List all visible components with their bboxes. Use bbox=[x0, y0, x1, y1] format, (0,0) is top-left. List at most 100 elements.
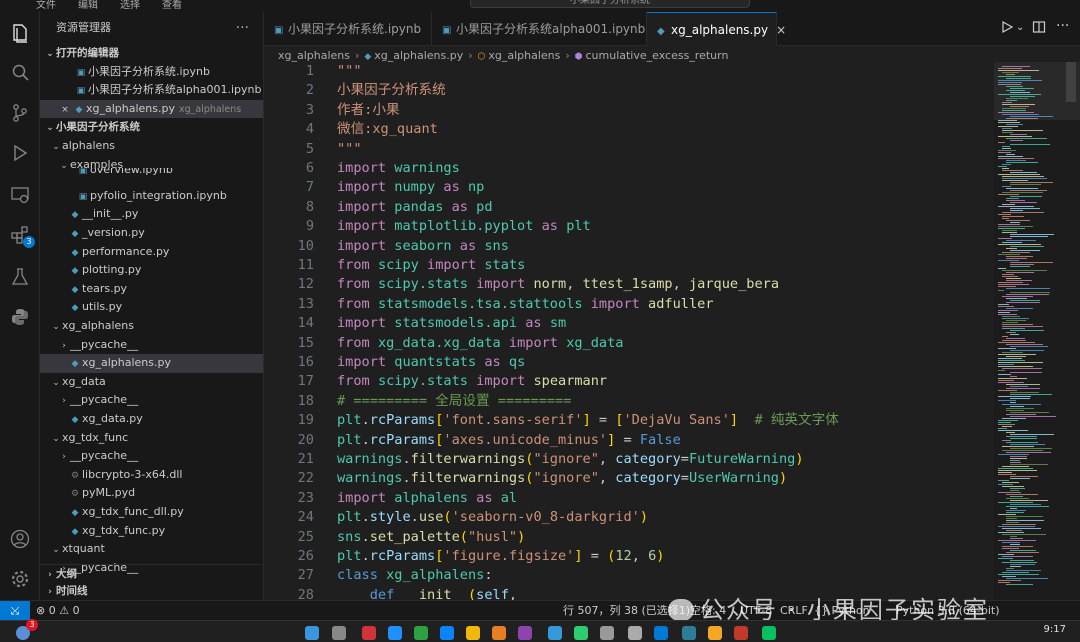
app-icon-12[interactable] bbox=[682, 626, 696, 640]
app-icon-5[interactable] bbox=[466, 626, 480, 640]
code-line[interactable]: 9 import matplotlib.pyplot as plt bbox=[264, 217, 994, 236]
testing-icon[interactable] bbox=[9, 266, 31, 288]
wechat-taskbar-icon[interactable] bbox=[762, 626, 776, 640]
tree-item[interactable]: ◆ utils.py bbox=[40, 298, 263, 317]
code-line[interactable]: 3 作者:小果 bbox=[264, 101, 994, 120]
source-control-icon[interactable] bbox=[9, 102, 31, 124]
run-file-icon[interactable] bbox=[1000, 20, 1014, 38]
project-folder-section[interactable]: ⌄ 小果因子分析系统 bbox=[40, 118, 263, 137]
app-icon-4[interactable] bbox=[440, 626, 454, 640]
tree-item[interactable]: ▣ pyfolio_integration.ipynb bbox=[40, 187, 263, 206]
menu-file[interactable]: 文件 bbox=[36, 0, 56, 11]
app-icon-10[interactable] bbox=[600, 626, 614, 640]
code-line[interactable]: 20 plt.rcParams['axes.unicode_minus'] = F… bbox=[264, 431, 994, 450]
open-editors-section[interactable]: ⌄ 打开的编辑器 bbox=[40, 44, 263, 63]
close-editor-icon[interactable]: × bbox=[58, 101, 72, 119]
close-tab-icon[interactable]: × bbox=[776, 23, 786, 37]
app-icon-1[interactable] bbox=[362, 626, 376, 640]
tree-item[interactable]: ⌄ xtquant bbox=[40, 540, 263, 559]
code-line[interactable]: 24 plt.style.use('seaborn-v0_8-darkgrid') bbox=[264, 508, 994, 527]
menu-edit[interactable]: 编辑 bbox=[78, 0, 98, 11]
tree-item[interactable]: ◆ plotting.py bbox=[40, 261, 263, 280]
start-menu-icon[interactable] bbox=[305, 626, 319, 640]
code-line[interactable]: 22 warnings.filterwarnings("ignore", cate… bbox=[264, 469, 994, 488]
code-line[interactable]: 13 from statsmodels.tsa.stattools import … bbox=[264, 295, 994, 314]
tree-item[interactable]: › __pycache__ bbox=[40, 391, 263, 410]
menu-selection[interactable]: 选择 bbox=[120, 0, 140, 11]
tab-notebook-alpha001[interactable]: ▣ 小果因子分析系统alpha001.ipynb bbox=[432, 12, 647, 46]
code-line[interactable]: 27 class xg_alphalens: bbox=[264, 566, 994, 585]
tree-item[interactable]: ◆ __init__.py bbox=[40, 205, 263, 224]
breadcrumb-class[interactable]: xg_alphalens bbox=[488, 49, 560, 62]
app-icon-8[interactable] bbox=[548, 626, 562, 640]
code-line[interactable]: 2 小果因子分析系统 bbox=[264, 81, 994, 100]
settings-gear-icon[interactable] bbox=[9, 568, 31, 590]
breadcrumb-folder[interactable]: xg_alphalens bbox=[278, 49, 350, 62]
code-line[interactable]: 17 from scipy.stats import spearmanr bbox=[264, 372, 994, 391]
tree-item[interactable]: ⚙ libcrypto-3-x64.dll bbox=[40, 466, 263, 485]
code-line[interactable]: 15 from xg_data.xg_data import xg_data bbox=[264, 334, 994, 353]
open-editor-item[interactable]: ▣ 小果因子分析系统alpha001.ipynb bbox=[40, 81, 263, 100]
code-line[interactable]: 25 sns.set_palette("husl") bbox=[264, 528, 994, 547]
tree-item[interactable]: ⌄ alphalens bbox=[40, 137, 263, 156]
menu-view[interactable]: 查看 bbox=[162, 0, 182, 11]
open-editor-item[interactable]: × ◆ xg_alphalens.py xg_alphalens bbox=[40, 99, 263, 119]
code-line[interactable]: 18 # ========= 全局设置 ========= bbox=[264, 392, 994, 411]
code-line[interactable]: 26 plt.rcParams['figure.figsize'] = (12, … bbox=[264, 547, 994, 566]
tree-item[interactable]: ⚙ pyML.pyd bbox=[40, 484, 263, 503]
code-line[interactable]: 4 微信:xg_quant bbox=[264, 120, 994, 139]
code-line[interactable]: 10 import seaborn as sns bbox=[264, 237, 994, 256]
files-icon[interactable] bbox=[9, 22, 31, 44]
tree-item[interactable]: ◆ xg_tdx_func.py bbox=[40, 522, 263, 541]
python-icon[interactable] bbox=[9, 306, 31, 328]
search-taskbar-icon[interactable] bbox=[332, 626, 346, 640]
code-line[interactable]: 7 import numpy as np bbox=[264, 178, 994, 197]
code-line[interactable]: 14 import statsmodels.api as sm bbox=[264, 314, 994, 333]
code-line[interactable]: 21 warnings.filterwarnings("ignore", cate… bbox=[264, 450, 994, 469]
command-center-search[interactable]: 小果因子分析系统 bbox=[470, 0, 750, 8]
tree-item[interactable]: ◆ performance.py bbox=[40, 243, 263, 262]
tab-xg-alphalens-py[interactable]: ◆ xg_alphalens.py × bbox=[647, 12, 786, 46]
tree-item[interactable]: ◆ xg_data.py bbox=[40, 410, 263, 429]
more-actions-icon[interactable]: ··· bbox=[236, 12, 249, 44]
app-icon-11[interactable] bbox=[628, 626, 642, 640]
tree-item[interactable]: ▣ overview.ipynb bbox=[40, 168, 263, 180]
tab-notebook-main[interactable]: ▣ 小果因子分析系统.ipynb bbox=[264, 12, 432, 46]
account-icon[interactable] bbox=[9, 528, 31, 550]
tree-item[interactable]: ⌄ xg_tdx_func bbox=[40, 429, 263, 448]
app-icon-2[interactable] bbox=[388, 626, 402, 640]
code-line[interactable]: 1 """ bbox=[264, 62, 994, 81]
code-line[interactable]: 12 from scipy.stats import norm, ttest_1s… bbox=[264, 275, 994, 294]
system-clock[interactable]: 9:17 bbox=[1044, 624, 1066, 635]
app-icon-6[interactable] bbox=[492, 626, 506, 640]
breadcrumb-file[interactable]: xg_alphalens.py bbox=[374, 49, 463, 62]
scrollbar-thumb[interactable] bbox=[1066, 62, 1076, 102]
open-editor-item[interactable]: ▣ 小果因子分析系统.ipynb bbox=[40, 63, 263, 82]
run-dropdown-icon[interactable]: ⌄ bbox=[1016, 22, 1024, 33]
code-line[interactable]: 11 from scipy import stats bbox=[264, 256, 994, 275]
remote-explorer-icon[interactable] bbox=[9, 184, 31, 206]
more-editor-actions-icon[interactable]: ··· bbox=[1056, 18, 1069, 34]
code-line[interactable]: 23 import alphalens as al bbox=[264, 489, 994, 508]
remote-indicator-icon[interactable]: ⤩ bbox=[0, 601, 30, 621]
tree-item[interactable]: ◆ _version.py bbox=[40, 224, 263, 243]
tree-item[interactable]: ◆ tears.py bbox=[40, 280, 263, 299]
app-icon-3[interactable] bbox=[414, 626, 428, 640]
tree-item[interactable]: › __pycache__ bbox=[40, 336, 263, 355]
search-icon[interactable] bbox=[9, 62, 31, 84]
tree-item[interactable]: › __pycache__ bbox=[40, 447, 263, 466]
code-line[interactable]: 16 import quantstats as qs bbox=[264, 353, 994, 372]
app-icon-9[interactable] bbox=[574, 626, 588, 640]
timeline-section[interactable]: › 时间线 bbox=[40, 582, 263, 600]
app-icon-7[interactable] bbox=[518, 626, 532, 640]
app-icon-13[interactable] bbox=[708, 626, 722, 640]
code-line[interactable]: 8 import pandas as pd bbox=[264, 198, 994, 217]
tree-item[interactable]: ◆ xg_tdx_func_dll.py bbox=[40, 503, 263, 522]
code-editor[interactable]: 1 """ 2 小果因子分析系统 3 作者:小果 4 微信:xg_quant 5 """ 6 impo… bbox=[264, 62, 994, 600]
code-line[interactable]: 6 import warnings bbox=[264, 159, 994, 178]
code-line[interactable]: 5 """ bbox=[264, 140, 994, 159]
editor-scrollbar[interactable] bbox=[1066, 62, 1076, 600]
tree-item[interactable]: ⌄ xg_data bbox=[40, 373, 263, 392]
code-line[interactable]: 19 plt.rcParams['font.sans-serif'] = ['De… bbox=[264, 411, 994, 430]
app-icon-14[interactable] bbox=[734, 626, 748, 640]
